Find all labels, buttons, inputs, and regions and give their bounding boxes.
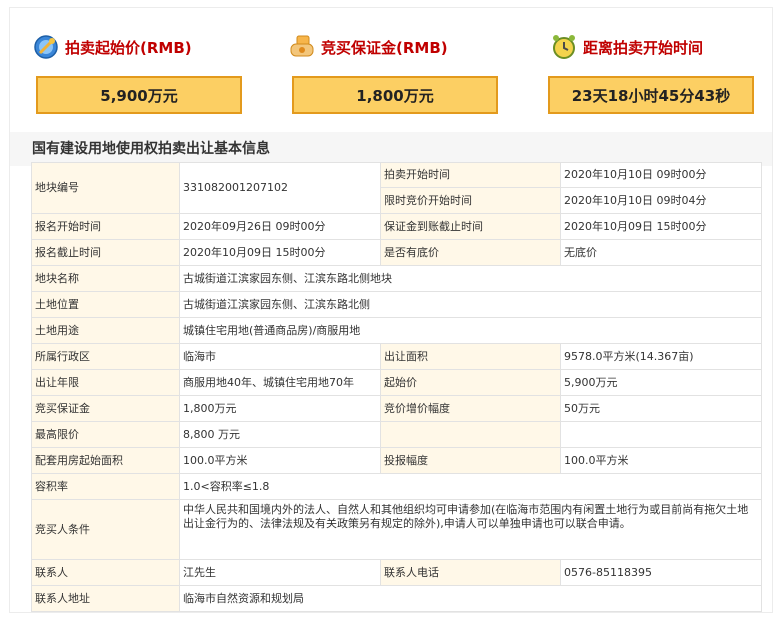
plot-name-label: 地块名称	[31, 265, 180, 292]
table-row: 联系人地址 临海市自然资源和规划局	[31, 585, 762, 612]
phone-label: 联系人电话	[380, 559, 561, 586]
term-label: 出让年限	[31, 369, 180, 396]
deposit-title: 竞买保证金(RMB)	[321, 38, 448, 57]
address: 临海市自然资源和规划局	[179, 585, 762, 612]
starting-price: 5,900万元	[560, 369, 762, 396]
table-row: 竞买保证金 1,800万元 竞价增价幅度 50万元	[31, 395, 762, 422]
auction-start-label: 拍卖开始时间	[380, 162, 561, 188]
empty-cell	[380, 421, 561, 448]
bid-deposit: 1,800万元	[179, 395, 381, 422]
countdown-panel: 距离拍卖开始时间 23天18小时45分43秒	[524, 8, 764, 126]
timed-bidding: 2020年10月10日 09时04分	[560, 187, 762, 214]
term: 商服用地40年、城镇住宅用地70年	[179, 369, 381, 396]
bidder-conditions-label: 竞买人条件	[31, 499, 180, 560]
auction-start: 2020年10月10日 09时00分	[560, 162, 762, 188]
registration-start-label: 报名开始时间	[31, 213, 180, 240]
area-label: 出让面积	[380, 343, 561, 370]
registration-end-label: 报名截止时间	[31, 239, 180, 266]
table-row: 土地位置 古城街道江滨家园东侧、江滨东路北侧	[31, 291, 762, 318]
area: 9578.0平方米(14.367亩)	[560, 343, 762, 370]
start-price-header: 拍卖起始价(RMB)	[32, 32, 192, 62]
timed-bidding-label: 限时竞价开始时间	[380, 187, 561, 214]
reserve-price: 无底价	[560, 239, 762, 266]
max-price-label: 最高限价	[31, 421, 180, 448]
contact: 江先生	[179, 559, 381, 586]
starting-price-label: 起始价	[380, 369, 561, 396]
deposit-panel: 竞买保证金(RMB) 1,800万元	[268, 8, 508, 126]
phone: 0576-85118395	[560, 559, 762, 586]
countdown-header: 距离拍卖开始时间	[550, 32, 703, 62]
deposit-value: 1,800万元	[292, 76, 498, 114]
increment-label: 竞价增价幅度	[380, 395, 561, 422]
increment: 50万元	[560, 395, 762, 422]
plot-name: 古城街道江滨家园东侧、江滨东路北侧地块	[179, 265, 762, 292]
district: 临海市	[179, 343, 381, 370]
start-price-value: 5,900万元	[36, 76, 242, 114]
bidder-conditions: 中华人民共和国境内外的法人、自然人和其他组织均可申请参加(在临海市范围内有闲置土…	[179, 499, 762, 560]
auction-summary: 拍卖起始价(RMB) 5,900万元 竞买保证金(RMB) 1,800万元 距离…	[10, 8, 772, 126]
land-use-label: 土地用途	[31, 317, 180, 344]
table-row: 报名截止时间 2020年10月09日 15时00分 是否有底价 无底价	[31, 239, 762, 266]
deposit-header: 竞买保证金(RMB)	[288, 32, 448, 62]
bid-step: 100.0平方米	[560, 447, 762, 474]
table-row: 地块名称 古城街道江滨家园东侧、江滨东路北侧地块	[31, 265, 762, 292]
contact-label: 联系人	[31, 559, 180, 586]
start-price-panel: 拍卖起始价(RMB) 5,900万元	[10, 8, 250, 126]
reserve-price-label: 是否有底价	[380, 239, 561, 266]
max-price: 8,800 万元	[179, 421, 381, 448]
plot-number: 331082001207102	[179, 162, 381, 214]
price-tag-icon	[32, 33, 60, 61]
plot-ratio-label: 容积率	[31, 473, 180, 500]
location: 古城街道江滨家园东侧、江滨东路北侧	[179, 291, 762, 318]
start-price-title: 拍卖起始价(RMB)	[65, 38, 192, 57]
section-title: 国有建设用地使用权拍卖出让基本信息	[10, 132, 772, 166]
table-row: 最高限价 8,800 万元	[31, 421, 762, 448]
table-row: 报名开始时间 2020年09月26日 09时00分 保证金到账截止时间 2020…	[31, 213, 762, 240]
table-row: 所属行政区 临海市 出让面积 9578.0平方米(14.367亩)	[31, 343, 762, 370]
countdown-title: 距离拍卖开始时间	[583, 38, 704, 57]
housing-area-label: 配套用房起始面积	[31, 447, 180, 474]
empty-cell	[560, 421, 762, 448]
table-row: 土地用途 城镇住宅用地(普通商品房)/商服用地	[31, 317, 762, 344]
deposit-deadline-label: 保证金到账截止时间	[380, 213, 561, 240]
table-row: 容积率 1.0<容积率≤1.8	[31, 473, 762, 500]
land-use: 城镇住宅用地(普通商品房)/商服用地	[179, 317, 762, 344]
auction-page: 拍卖起始价(RMB) 5,900万元 竞买保证金(RMB) 1,800万元 距离…	[9, 7, 773, 613]
bid-deposit-label: 竞买保证金	[31, 395, 180, 422]
bid-step-label: 投报幅度	[380, 447, 561, 474]
housing-area: 100.0平方米	[179, 447, 381, 474]
district-label: 所属行政区	[31, 343, 180, 370]
deposit-deadline: 2020年10月09日 15时00分	[560, 213, 762, 240]
plot-ratio: 1.0<容积率≤1.8	[179, 473, 762, 500]
table-row: 联系人 江先生 联系人电话 0576-85118395	[31, 559, 762, 586]
table-row: 地块编号 331082001207102 拍卖开始时间 2020年10月10日 …	[31, 162, 762, 214]
registration-end: 2020年10月09日 15时00分	[179, 239, 381, 266]
location-label: 土地位置	[31, 291, 180, 318]
address-label: 联系人地址	[31, 585, 180, 612]
table-row: 出让年限 商服用地40年、城镇住宅用地70年 起始价 5,900万元	[31, 369, 762, 396]
table-row: 配套用房起始面积 100.0平方米 投报幅度 100.0平方米	[31, 447, 762, 474]
alarm-clock-icon	[550, 33, 578, 61]
money-hand-icon	[288, 33, 316, 61]
plot-number-label: 地块编号	[31, 162, 180, 214]
table-row: 竞买人条件 中华人民共和国境内外的法人、自然人和其他组织均可申请参加(在临海市范…	[31, 499, 762, 560]
countdown-value: 23天18小时45分43秒	[548, 76, 754, 114]
auction-info-table: 地块编号 331082001207102 拍卖开始时间 2020年10月10日 …	[31, 162, 762, 612]
registration-start: 2020年09月26日 09时00分	[179, 213, 381, 240]
